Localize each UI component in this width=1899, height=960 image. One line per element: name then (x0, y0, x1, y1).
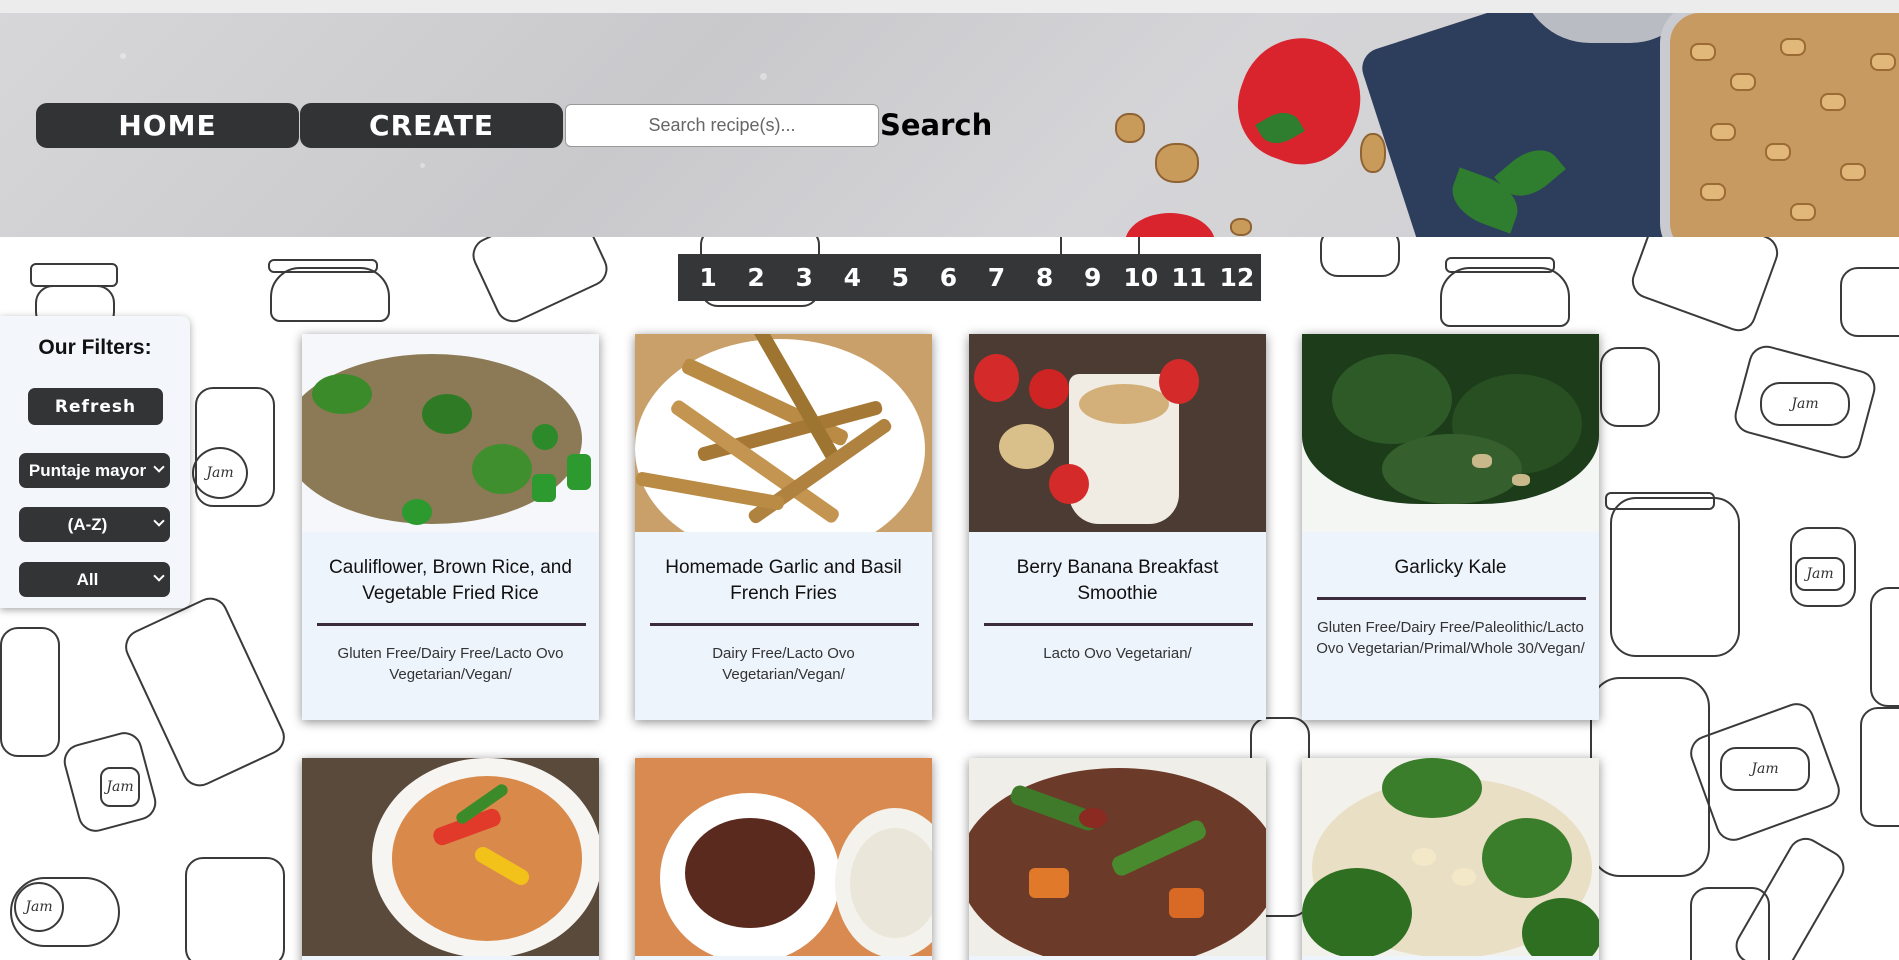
recipe-diets: Dairy Free/Lacto Ovo Vegetarian/Vegan/ (712, 645, 855, 683)
recipe-title: Cauliflower, Brown Rice, and Vegetable F… (329, 557, 572, 604)
page-link-9[interactable]: 9 (1069, 263, 1117, 292)
recipe-card[interactable]: Berry Banana Breakfast Smoothie Lacto Ov… (969, 334, 1266, 720)
kale-photo (1302, 334, 1599, 532)
page-link-5[interactable]: 5 (876, 263, 924, 292)
page-link-7[interactable]: 7 (972, 263, 1020, 292)
recipe-card[interactable]: Garlicky Kale Gluten Free/Dairy Free/Pal… (1302, 334, 1599, 720)
pagination: 1 2 3 4 5 6 7 8 9 10 11 12 (678, 254, 1261, 301)
divider (984, 623, 1253, 626)
page-link-8[interactable]: 8 (1021, 263, 1069, 292)
page-link-12[interactable]: 12 (1213, 263, 1261, 292)
diet-select[interactable]: All (19, 562, 170, 597)
recipe-diets: Gluten Free/Dairy Free/Lacto Ovo Vegetar… (337, 645, 564, 683)
french-fries-photo (635, 334, 932, 532)
page-link-3[interactable]: 3 (780, 263, 828, 292)
page-link-4[interactable]: 4 (828, 263, 876, 292)
smoothie-photo (969, 334, 1266, 532)
chevron-down-icon (153, 570, 165, 582)
sort-score-select[interactable]: Puntaje mayor (19, 453, 170, 488)
search-input[interactable] (565, 104, 879, 147)
strawberry-decoration (1125, 213, 1215, 237)
recipe-title: Homemade Garlic and Basil French Fries (665, 557, 902, 604)
recipe-card[interactable] (635, 758, 932, 960)
chevron-down-icon (153, 461, 165, 473)
page-link-2[interactable]: 2 (732, 263, 780, 292)
sort-score-value: Puntaje mayor (28, 460, 147, 480)
recipe-diets: Lacto Ovo Vegetarian/ (1043, 645, 1192, 662)
recipe-title: Berry Banana Breakfast Smoothie (1016, 557, 1219, 604)
filters-title: Our Filters: (38, 336, 152, 359)
page-link-11[interactable]: 11 (1165, 263, 1213, 292)
diet-value: All (76, 569, 99, 589)
fried-rice-photo (302, 334, 599, 532)
home-button[interactable]: HOME (36, 103, 299, 148)
strawberry-decoration (1222, 21, 1378, 180)
search-button[interactable]: Search (880, 108, 992, 148)
page-link-6[interactable]: 6 (924, 263, 972, 292)
recipe-card[interactable]: Homemade Garlic and Basil French Fries D… (635, 334, 932, 720)
create-button[interactable]: CREATE (300, 103, 563, 148)
bean-vegetable-stew-photo (969, 758, 1266, 956)
curry-soup-photo (302, 758, 599, 956)
stew-with-rice-photo (635, 758, 932, 956)
refresh-button[interactable]: Refresh (28, 388, 163, 425)
recipe-title: Garlicky Kale (1394, 557, 1507, 578)
broccoli-rice-photo (1302, 758, 1599, 956)
recipe-card[interactable] (1302, 758, 1599, 960)
page-link-10[interactable]: 10 (1117, 263, 1165, 292)
jar-doodle-background: Jam Jam Jam Jam Jam Jam (0, 237, 1899, 960)
divider (317, 623, 586, 626)
divider (1317, 597, 1586, 600)
divider (650, 623, 919, 626)
chevron-down-icon (153, 515, 165, 527)
recipe-card[interactable]: Cauliflower, Brown Rice, and Vegetable F… (302, 334, 599, 720)
sort-alpha-value: (A-Z) (67, 514, 108, 534)
top-strip (0, 0, 1899, 13)
recipe-diets: Gluten Free/Dairy Free/Paleolithic/Lacto… (1316, 619, 1585, 657)
page-link-1[interactable]: 1 (684, 263, 732, 292)
recipe-card[interactable] (302, 758, 599, 960)
granola-jar-decoration (1660, 13, 1899, 237)
sort-alpha-select[interactable]: (A-Z) (19, 507, 170, 542)
filters-panel: Our Filters: Refresh Puntaje mayor (A-Z)… (0, 316, 190, 608)
recipe-card[interactable] (969, 758, 1266, 960)
